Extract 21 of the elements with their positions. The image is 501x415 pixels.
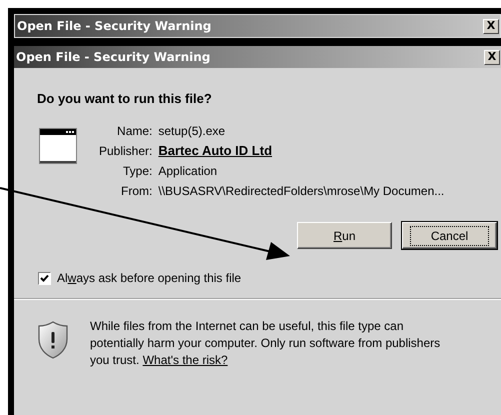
checkbox[interactable] xyxy=(38,272,51,284)
field-label: Type: xyxy=(122,164,152,178)
dialog-button[interactable]: Run xyxy=(297,222,392,249)
window-title: Open File - Security Warning xyxy=(16,50,210,64)
shield-icon xyxy=(38,321,68,359)
warning-text: While files from the Internet can be useful, this file type can potentially harm your computer. Only run software from publishers you trust. What's the risk? xyxy=(90,318,442,369)
checkbox-label[interactable]: Always ask before opening this file xyxy=(57,271,242,285)
dialog-button[interactable]: Cancel xyxy=(402,222,497,249)
field-value: setup(5).exe xyxy=(158,124,226,138)
window-title: Open File - Security Warning xyxy=(17,19,212,33)
close-button[interactable]: X xyxy=(484,50,500,64)
field-label: From: xyxy=(120,184,152,198)
close-button[interactable]: X xyxy=(483,18,499,34)
risk-link[interactable]: What's the risk? xyxy=(142,353,228,367)
field-value: Application xyxy=(158,164,218,178)
publisher-link[interactable]: Bartec Auto ID Ltd xyxy=(158,144,444,158)
field-label: Name: xyxy=(116,124,152,138)
field-value: \\BUSASRV\RedirectedFolders\mrose\My Documen... xyxy=(158,184,444,198)
field-label: Publisher: xyxy=(99,144,152,158)
application-icon xyxy=(39,128,77,164)
dialog-heading: Do you want to run this file? xyxy=(36,90,213,106)
